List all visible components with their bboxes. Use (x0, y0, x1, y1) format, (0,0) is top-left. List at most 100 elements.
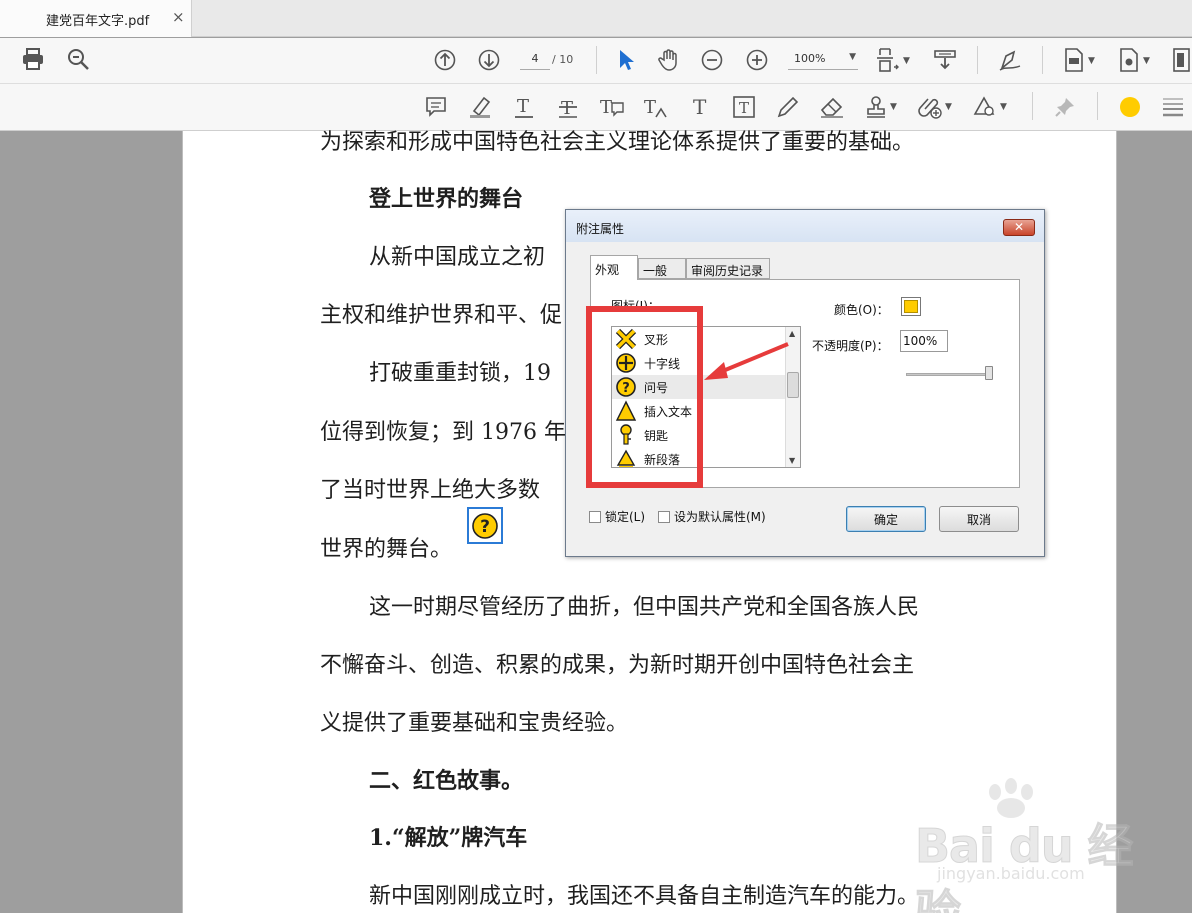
text-line: 位得到恢复；到 1976 年 (320, 420, 566, 445)
replace-text-icon[interactable]: T (597, 92, 627, 122)
tab-review-history[interactable]: 审阅历史记录 (686, 258, 770, 279)
watermark-logo: Bai du 经验 (915, 819, 1135, 913)
text-line: 世界的舞台。 (320, 537, 453, 562)
chevron-down-icon[interactable]: ▼ (1088, 56, 1095, 66)
text-line: 这一时期尽管经历了曲折，但中国共产党和全国各族人民 (369, 595, 920, 620)
text-line: 不懈奋斗、创造、积累的成果，为新时期开创中国特色社会主 (320, 653, 915, 678)
opacity-input[interactable] (900, 330, 948, 352)
watermark: Bai du 经验 jingyan.baidu.com (915, 778, 1145, 913)
sign-pen-icon[interactable] (995, 45, 1025, 75)
watermark-url: jingyan.baidu.com (937, 864, 1085, 883)
text-line: 新中国刚刚成立时，我国还不具备自主制造汽车的能力。 (369, 884, 920, 909)
toolbar-separator (1042, 46, 1043, 74)
text-line: 了当时世界上绝大多数 (320, 478, 541, 503)
chevron-down-icon[interactable]: ▼ (945, 102, 952, 112)
toolbar-separator (596, 46, 597, 74)
scroll-up-icon[interactable]: ▲ (789, 329, 795, 338)
dialog-title: 附注属性 (576, 222, 625, 236)
color-label: 颜色(O)： (834, 303, 889, 317)
question-note-icon[interactable]: ? (467, 507, 503, 544)
page-total: / 10 (552, 53, 574, 66)
zoom-search-icon[interactable] (63, 44, 93, 74)
tab-bar: 建党百年文字.pdf × (0, 0, 1192, 37)
checkbox-box[interactable] (658, 510, 670, 523)
toolbar-separator (1032, 92, 1033, 120)
svg-text:T: T (600, 97, 612, 118)
sticky-note-icon[interactable] (421, 92, 451, 122)
set-default-label: 设为默认属性(M) (674, 510, 766, 524)
scroll-mode-icon[interactable] (930, 45, 960, 75)
text-box-icon[interactable]: T (729, 92, 759, 122)
opacity-slider-track[interactable] (906, 373, 992, 376)
text-line: 义提供了重要基础和宝贵经验。 (320, 711, 629, 736)
ok-button[interactable]: 确定 (846, 506, 926, 532)
dialog-titlebar[interactable]: 附注属性 ✕ (566, 210, 1044, 242)
svg-text:T: T (561, 98, 573, 119)
svg-text:T: T (644, 97, 656, 118)
hand-tool-icon[interactable] (654, 45, 684, 75)
svg-text:T: T (693, 95, 707, 119)
chevron-down-icon[interactable]: ▼ (903, 56, 910, 66)
scroll-down-icon[interactable]: ▼ (789, 456, 795, 465)
set-default-checkbox[interactable]: 设为默认属性(M) (658, 508, 766, 525)
checkbox-box[interactable] (589, 510, 601, 523)
stamp-icon[interactable] (861, 92, 891, 122)
document-icon[interactable] (1059, 45, 1089, 75)
page-up-icon[interactable] (430, 45, 460, 75)
document-settings-icon[interactable] (1114, 45, 1144, 75)
underline-text-icon[interactable]: T (509, 92, 539, 122)
section-heading: 登上世界的舞台 (369, 186, 524, 212)
zoom-level-value: 100% (794, 52, 826, 65)
insert-text-icon[interactable]: T (641, 92, 671, 122)
cancel-button[interactable]: 取消 (939, 506, 1019, 532)
chevron-down-icon[interactable]: ▼ (890, 102, 897, 112)
toolbar-separator (1097, 92, 1098, 120)
text-line: 主权和维护世界和平、促 (320, 303, 563, 328)
zoom-level-select[interactable]: 100% ▼ (788, 48, 858, 70)
toolbar-separator (977, 46, 978, 74)
tab-close-icon[interactable]: × (172, 8, 185, 26)
chevron-down-icon[interactable]: ▼ (1143, 56, 1150, 66)
page-icon[interactable] (1166, 45, 1192, 75)
svg-text:?: ? (480, 517, 490, 537)
chevron-down-icon: ▼ (849, 52, 856, 62)
opacity-slider-thumb[interactable] (985, 366, 993, 380)
pencil-icon[interactable] (773, 92, 803, 122)
arrow-icon (704, 342, 789, 380)
chevron-down-icon[interactable]: ▼ (1000, 102, 1007, 112)
line-weight-icon[interactable] (1158, 92, 1188, 122)
lock-checkbox[interactable]: 锁定(L) (589, 508, 645, 525)
color-picker-icon[interactable] (1115, 92, 1145, 122)
text-line: 从新中国成立之初 (369, 245, 546, 270)
color-swatch[interactable] (901, 297, 921, 316)
section-heading: 1.“解放”牌汽车 (369, 825, 528, 851)
attach-file-icon[interactable] (915, 92, 945, 122)
tab-general[interactable]: 一般 (638, 258, 686, 279)
svg-text:T: T (739, 99, 749, 117)
page-down-icon[interactable] (474, 45, 504, 75)
color-swatch-fill (904, 300, 918, 313)
section-heading: 二、红色故事。 (369, 768, 524, 794)
print-icon[interactable] (18, 44, 48, 74)
strikethrough-text-icon[interactable]: T (553, 92, 583, 122)
tab-appearance[interactable]: 外观 (590, 255, 638, 280)
close-icon[interactable]: ✕ (1003, 219, 1035, 236)
tab-title: 建党百年文字.pdf (46, 14, 150, 29)
eraser-icon[interactable] (817, 92, 847, 122)
highlight-box (586, 306, 703, 488)
lock-label: 锁定(L) (605, 510, 646, 524)
add-text-icon[interactable]: T (685, 92, 715, 122)
pin-icon[interactable] (1050, 92, 1080, 122)
text-line: 打破重重封锁，19 (369, 361, 551, 386)
highlighter-icon[interactable] (465, 92, 495, 122)
page-fit-icon[interactable] (873, 45, 903, 75)
opacity-label: 不透明度(P)： (812, 339, 889, 353)
shapes-icon[interactable] (970, 92, 1000, 122)
zoom-in-icon[interactable] (742, 45, 772, 75)
zoom-out-icon[interactable] (697, 45, 727, 75)
select-cursor-icon[interactable] (611, 45, 641, 75)
svg-text:T: T (517, 96, 529, 117)
document-tab[interactable]: 建党百年文字.pdf × (0, 0, 192, 37)
text-line: 为探索和形成中国特色社会主义理论体系提供了重要的基础。 (320, 130, 915, 155)
page-number-input[interactable] (520, 48, 550, 70)
